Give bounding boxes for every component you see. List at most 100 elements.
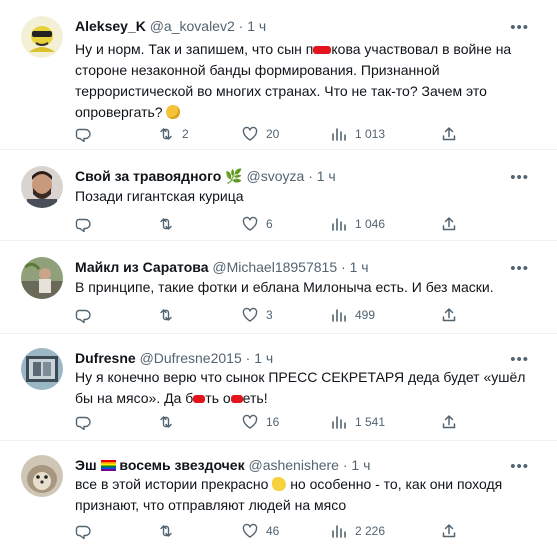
reply-button[interactable] <box>75 522 99 540</box>
redaction-mark <box>193 395 206 404</box>
leaf-icon: 🌿 <box>225 168 243 184</box>
tweet-text: В принципе, такие фотки и еблана Милоныч… <box>75 279 494 295</box>
tweet-time[interactable]: · 1 ч <box>308 168 336 184</box>
redaction-mark <box>230 395 243 404</box>
reply-icon <box>75 218 91 232</box>
tweet-text: Позади гигантская курица <box>75 188 244 204</box>
share-icon <box>442 217 456 231</box>
heart-icon <box>242 216 258 231</box>
views-icon <box>332 416 346 429</box>
author-name[interactable]: Эш <box>75 457 97 473</box>
retweet-button[interactable] <box>158 306 182 324</box>
share-icon <box>442 127 456 141</box>
retweet-button[interactable] <box>158 413 182 431</box>
share-icon <box>442 415 456 429</box>
avatar[interactable] <box>21 348 63 390</box>
reply-icon <box>75 309 91 323</box>
like-button[interactable]: 20 <box>242 125 279 143</box>
share-icon <box>442 308 456 322</box>
heart-icon <box>242 523 258 538</box>
tweet-time[interactable]: · 1 ч <box>343 457 371 473</box>
tweet-header: Свой за травоядного 🌿 @svoyza · 1 ч <box>75 167 517 185</box>
views-button[interactable]: 1 046 <box>331 215 385 233</box>
more-icon[interactable]: ••• <box>510 170 529 185</box>
like-button[interactable]: 16 <box>242 413 279 431</box>
reply-button[interactable] <box>75 125 99 143</box>
avatar[interactable] <box>21 16 63 58</box>
author-handle[interactable]: @a_kovalev2 <box>150 18 235 34</box>
tweet[interactable]: Майкл из Саратова @Michael18957815 · 1 ч… <box>0 241 557 334</box>
avatar[interactable] <box>21 455 63 497</box>
author-name[interactable]: Свой за травоядного <box>75 168 221 184</box>
tweet-actions: 46 2 226 <box>75 522 517 540</box>
tweet-text: Ну и норм. Так и запишем, что сын п кова … <box>75 41 512 120</box>
heart-icon <box>242 307 258 322</box>
author-name[interactable]: Aleksey_K <box>75 18 146 34</box>
views-button[interactable]: 499 <box>331 306 375 324</box>
share-button[interactable] <box>441 306 457 324</box>
avatar[interactable] <box>21 257 63 299</box>
more-icon[interactable]: ••• <box>510 20 529 35</box>
like-button[interactable]: 6 <box>242 215 273 233</box>
tweet-time[interactable]: · 1 ч <box>246 350 274 366</box>
retweet-icon <box>160 309 172 321</box>
heart-icon <box>242 126 258 141</box>
author-handle[interactable]: @ashenishere <box>248 457 339 473</box>
retweet-button[interactable] <box>158 215 182 233</box>
author-handle[interactable]: @Dufresne2015 <box>140 350 242 366</box>
author-handle[interactable]: @svoyza <box>247 168 305 184</box>
more-icon[interactable]: ••• <box>510 352 529 367</box>
avatar[interactable] <box>21 166 63 208</box>
share-button[interactable] <box>441 522 457 540</box>
tweet-actions: 2 20 1 013 <box>75 125 517 143</box>
tweet[interactable]: Aleksey_K @a_kovalev2 · 1 ч ••• Ну и нор… <box>0 0 557 150</box>
reply-button[interactable] <box>75 413 99 431</box>
tweet[interactable]: Эш восемь звездочек @ashenishere · 1 ч •… <box>0 441 557 555</box>
tweet-header: Dufresne @Dufresne2015 · 1 ч <box>75 349 517 367</box>
views-button[interactable]: 1 541 <box>331 413 385 431</box>
views-button[interactable]: 2 226 <box>331 522 385 540</box>
tweet[interactable]: Dufresne @Dufresne2015 · 1 ч ••• Ну я ко… <box>0 334 557 441</box>
retweet-icon <box>160 218 172 230</box>
views-icon <box>332 525 346 538</box>
tweet-time[interactable]: · 1 ч <box>239 18 267 34</box>
reply-icon <box>75 128 91 142</box>
share-button[interactable] <box>441 215 457 233</box>
views-icon <box>332 218 346 231</box>
tweet-actions: 3 499 <box>75 306 517 324</box>
views-icon <box>332 309 346 322</box>
tweet-text: все в этой истории прекрасно но особенно… <box>75 476 503 513</box>
heart-icon <box>242 414 258 429</box>
rainbow-flag-icon <box>100 460 116 471</box>
thinking-face-icon <box>166 105 181 119</box>
more-icon[interactable]: ••• <box>510 261 529 276</box>
author-name[interactable]: Майкл из Саратова <box>75 259 208 275</box>
clapping-hands-icon <box>272 477 287 491</box>
retweet-button[interactable] <box>158 522 182 540</box>
retweet-icon <box>160 416 172 428</box>
tweet-time[interactable]: · 1 ч <box>341 259 369 275</box>
reply-button[interactable] <box>75 215 99 233</box>
tweet-actions: 16 1 541 <box>75 413 517 431</box>
like-button[interactable]: 46 <box>242 522 279 540</box>
reply-icon <box>75 416 91 430</box>
tweet-actions: 6 1 046 <box>75 215 517 233</box>
tweet-text: Ну я конечно верю что сынок ПРЕСС СЕКРЕТ… <box>75 369 526 406</box>
retweet-button[interactable]: 2 <box>158 125 189 143</box>
tweet-header: Майкл из Саратова @Michael18957815 · 1 ч <box>75 258 517 276</box>
author-name-suffix[interactable]: восемь звездочек <box>119 457 244 473</box>
author-name[interactable]: Dufresne <box>75 350 136 366</box>
share-icon <box>442 524 456 538</box>
share-button[interactable] <box>441 413 457 431</box>
reply-icon <box>75 525 91 539</box>
redaction-mark <box>313 46 332 55</box>
views-button[interactable]: 1 013 <box>331 125 385 143</box>
like-button[interactable]: 3 <box>242 306 273 324</box>
more-icon[interactable]: ••• <box>510 459 529 474</box>
reply-button[interactable] <box>75 306 99 324</box>
tweet[interactable]: Свой за травоядного 🌿 @svoyza · 1 ч ••• … <box>0 150 557 241</box>
retweet-icon <box>160 128 172 140</box>
author-handle[interactable]: @Michael18957815 <box>212 259 337 275</box>
share-button[interactable] <box>441 125 457 143</box>
retweet-icon <box>160 525 172 537</box>
